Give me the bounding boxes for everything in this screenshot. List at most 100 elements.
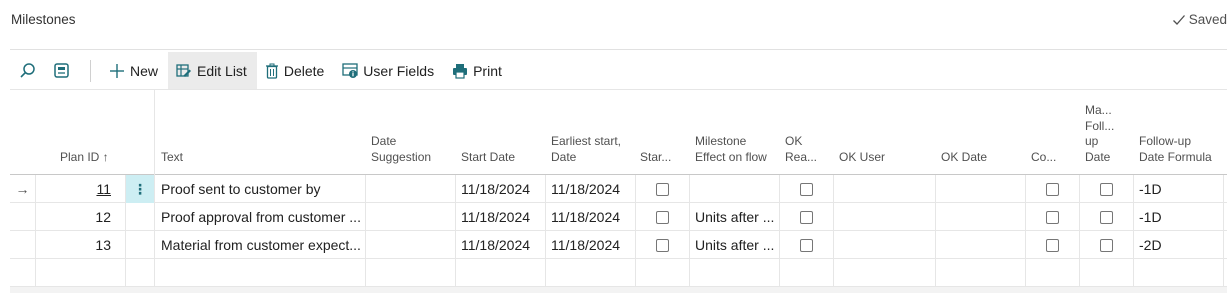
search-button[interactable] bbox=[10, 52, 44, 89]
column-divider bbox=[365, 175, 366, 287]
checkbox[interactable] bbox=[799, 238, 813, 252]
column-divider bbox=[689, 175, 690, 287]
checkmark-icon bbox=[1172, 14, 1185, 25]
checkbox[interactable] bbox=[1045, 238, 1059, 252]
user-fields-label: User Fields bbox=[363, 62, 435, 79]
follow-up-formula-cell[interactable]: -1D bbox=[1133, 203, 1223, 231]
column-divider bbox=[1223, 175, 1224, 287]
checkbox[interactable] bbox=[799, 210, 813, 224]
page-title: Milestones bbox=[11, 12, 76, 27]
column-header-ok-user[interactable]: OK User bbox=[839, 150, 929, 166]
user-fields-button[interactable]: User Fields bbox=[334, 52, 444, 89]
earliest-start-cell[interactable]: 11/18/2024 bbox=[545, 231, 635, 259]
checkbox[interactable] bbox=[655, 182, 669, 196]
save-status: Saved bbox=[1172, 12, 1227, 27]
header-divider bbox=[10, 49, 1227, 50]
column-divider bbox=[935, 175, 936, 287]
milestone-effect-cell[interactable]: Units after ... bbox=[689, 203, 779, 231]
follow-up-formula-cell[interactable]: -2D bbox=[1133, 231, 1223, 259]
column-header-plan-id[interactable]: Plan ID ↑ bbox=[60, 150, 130, 166]
text-cell[interactable]: Proof approval from customer ... bbox=[155, 203, 365, 231]
open-in-page-button[interactable] bbox=[44, 52, 78, 89]
new-label: New bbox=[130, 62, 159, 79]
start-date-cell[interactable]: 11/18/2024 bbox=[455, 175, 545, 203]
column-divider bbox=[35, 175, 36, 287]
checkbox[interactable] bbox=[799, 182, 813, 196]
start-checkbox-cell[interactable] bbox=[635, 231, 689, 259]
action-bar: New Edit List Delete User Fields Print bbox=[10, 52, 1227, 89]
start-checkbox-cell[interactable] bbox=[635, 175, 689, 203]
start-date-cell[interactable]: 11/18/2024 bbox=[455, 231, 545, 259]
trash-icon bbox=[265, 63, 278, 79]
checkbox[interactable] bbox=[1099, 182, 1113, 196]
edit-list-button[interactable]: Edit List bbox=[168, 52, 257, 89]
earliest-start-cell[interactable]: 11/18/2024 bbox=[545, 175, 635, 203]
checkbox[interactable] bbox=[655, 210, 669, 224]
manual-follow-up-checkbox-cell[interactable] bbox=[1079, 175, 1133, 203]
manual-follow-up-checkbox-cell[interactable] bbox=[1079, 231, 1133, 259]
text-cell[interactable]: Proof sent to customer by bbox=[155, 175, 365, 203]
column-divider bbox=[635, 175, 636, 287]
start-date-cell[interactable]: 11/18/2024 bbox=[455, 203, 545, 231]
column-header-text[interactable]: Text bbox=[161, 150, 361, 166]
ok-ready-checkbox-cell[interactable] bbox=[779, 231, 833, 259]
column-header-manual-follow-up[interactable]: Ma... Foll... up Date bbox=[1085, 103, 1125, 165]
checkbox[interactable] bbox=[1099, 238, 1113, 252]
ok-ready-checkbox-cell[interactable] bbox=[779, 175, 833, 203]
column-header-co[interactable]: Co... bbox=[1031, 150, 1075, 166]
print-button[interactable]: Print bbox=[444, 52, 512, 89]
plan-id-cell[interactable]: 11 bbox=[35, 175, 125, 203]
column-header-start[interactable]: Star... bbox=[640, 150, 684, 166]
column-header-earliest-start[interactable]: Earliest start, Date bbox=[551, 134, 633, 165]
print-label: Print bbox=[473, 62, 502, 79]
follow-up-formula-cell[interactable]: -1D bbox=[1133, 175, 1223, 203]
plan-id-cell[interactable]: 12 bbox=[35, 203, 125, 231]
selected-row-arrow-icon: → bbox=[15, 181, 30, 197]
table-row[interactable]: 13 Material from customer expect... 11/18/… bbox=[10, 231, 1227, 259]
ok-ready-checkbox-cell[interactable] bbox=[779, 203, 833, 231]
checkbox[interactable] bbox=[1099, 210, 1113, 224]
column-header-milestone-effect[interactable]: Milestone Effect on flow bbox=[695, 134, 775, 165]
edit-list-icon bbox=[176, 63, 192, 77]
co-checkbox-cell[interactable] bbox=[1025, 175, 1079, 203]
co-checkbox-cell[interactable] bbox=[1025, 203, 1079, 231]
column-header-ok-date[interactable]: OK Date bbox=[941, 150, 1021, 166]
plan-id-cell[interactable]: 13 bbox=[35, 231, 125, 259]
plus-icon bbox=[110, 63, 124, 78]
printer-icon bbox=[453, 63, 468, 79]
earliest-start-cell[interactable]: 11/18/2024 bbox=[545, 203, 635, 231]
column-divider bbox=[833, 175, 834, 287]
column-header-date-suggestion[interactable]: Date Suggestion bbox=[371, 134, 451, 165]
save-label: Saved bbox=[1188, 12, 1227, 27]
table-row[interactable]: 12 Proof approval from customer ... 11/18/… bbox=[10, 203, 1227, 231]
checkbox[interactable] bbox=[1045, 182, 1059, 196]
co-checkbox-cell[interactable] bbox=[1025, 231, 1079, 259]
new-button[interactable]: New bbox=[101, 52, 168, 89]
table-row[interactable]: → 11 ⋮ Proof sent to customer by 11/18/2024 1… bbox=[10, 175, 1227, 203]
delete-label: Delete bbox=[283, 62, 325, 79]
column-header-start-date[interactable]: Start Date bbox=[461, 150, 541, 166]
text-cell[interactable]: Material from customer expect... bbox=[155, 231, 365, 259]
checkbox[interactable] bbox=[655, 238, 669, 252]
horizontal-scrollbar[interactable] bbox=[10, 287, 1227, 293]
column-divider bbox=[125, 175, 126, 287]
column-divider bbox=[1025, 175, 1026, 287]
milestones-grid: Plan ID ↑ Text Date Suggestion Start Dat… bbox=[10, 89, 1227, 287]
column-divider bbox=[545, 175, 546, 287]
row-menu-button[interactable]: ⋮ bbox=[126, 175, 154, 203]
column-header-follow-up-formula[interactable]: Follow-up Date Formula bbox=[1139, 134, 1219, 165]
milestone-effect-cell[interactable] bbox=[689, 175, 779, 203]
start-checkbox-cell[interactable] bbox=[635, 203, 689, 231]
column-header-ok-ready[interactable]: OK Rea... bbox=[785, 134, 833, 165]
delete-button[interactable]: Delete bbox=[257, 52, 334, 89]
column-divider bbox=[1079, 175, 1080, 287]
grid-header: Plan ID ↑ Text Date Suggestion Start Dat… bbox=[10, 89, 1227, 175]
column-divider bbox=[1133, 175, 1134, 287]
milestone-effect-cell[interactable]: Units after ... bbox=[689, 231, 779, 259]
table-row-empty[interactable] bbox=[10, 259, 1227, 287]
checkbox[interactable] bbox=[1045, 210, 1059, 224]
manual-follow-up-checkbox-cell[interactable] bbox=[1079, 203, 1133, 231]
column-divider bbox=[455, 175, 456, 287]
column-divider bbox=[779, 175, 780, 287]
grid-body: → 11 ⋮ Proof sent to customer by 11/18/2024 1… bbox=[10, 175, 1227, 259]
